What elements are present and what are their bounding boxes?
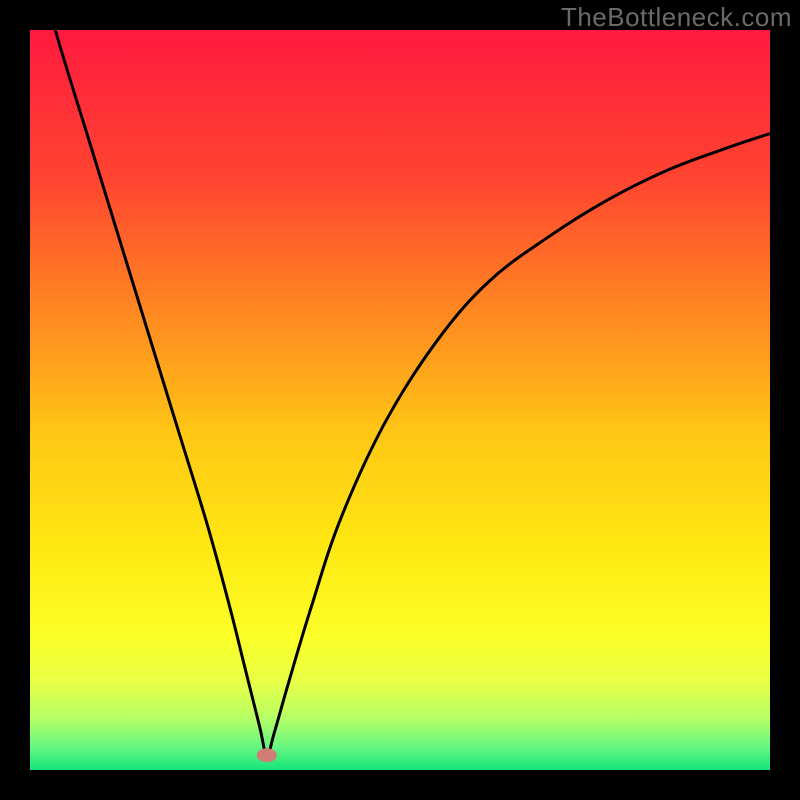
watermark-text: TheBottleneck.com <box>561 2 792 33</box>
minimum-marker <box>257 748 277 762</box>
bottleneck-chart <box>30 30 770 770</box>
gradient-background <box>30 30 770 770</box>
chart-frame: TheBottleneck.com <box>0 0 800 800</box>
plot-area <box>30 30 770 770</box>
